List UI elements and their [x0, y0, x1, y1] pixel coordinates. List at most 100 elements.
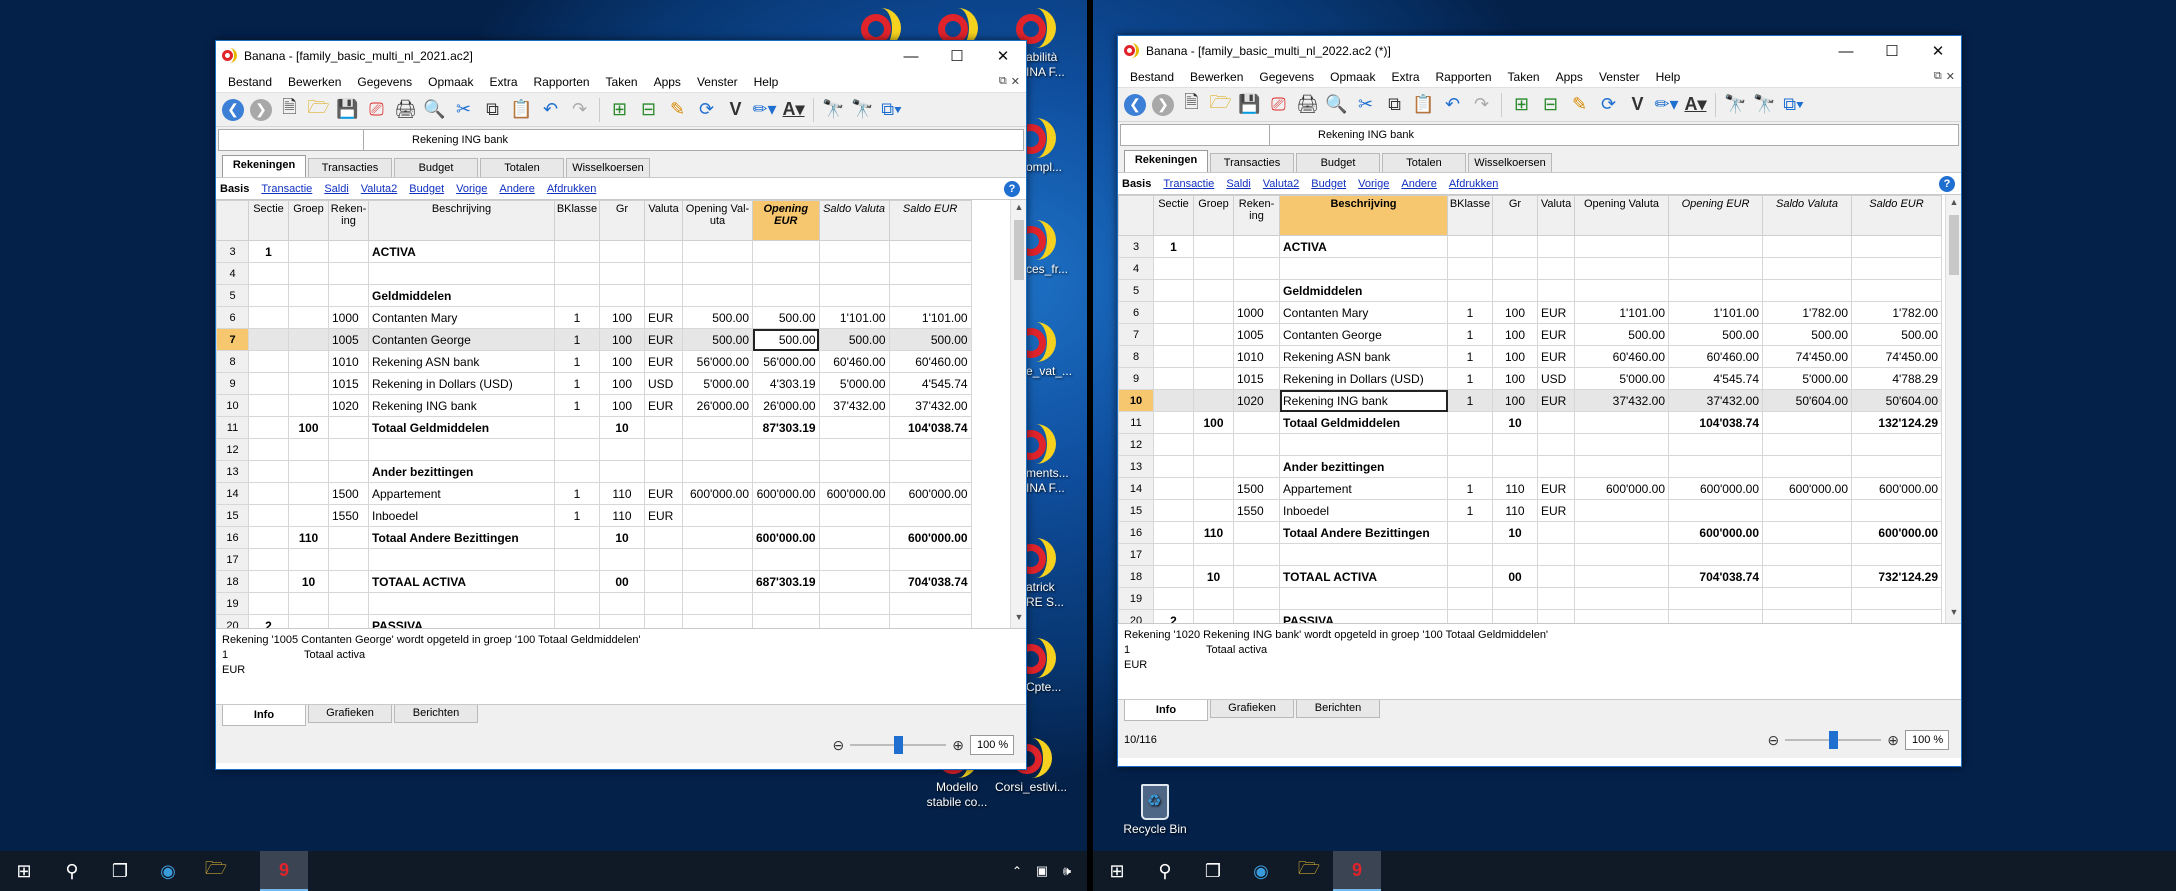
tab-totalen[interactable]: Totalen — [1382, 153, 1466, 172]
zoom-level[interactable]: 100 % — [1905, 730, 1949, 750]
cell-bklasse[interactable]: 1 — [554, 328, 600, 351]
cell-groep[interactable] — [1193, 257, 1234, 280]
window-layout-icon[interactable]: ⧉▾ — [878, 97, 905, 123]
cell-rekening[interactable]: 1020 — [328, 394, 369, 417]
save-icon[interactable]: 💾 — [334, 97, 361, 123]
cell-groep[interactable] — [1193, 235, 1234, 258]
cell-saldo-eur[interactable]: 74'450.00 — [1851, 345, 1942, 368]
view-andere[interactable]: Andere — [1401, 178, 1436, 190]
copy-icon[interactable]: ⧉ — [1381, 92, 1408, 118]
cell-saldo-eur[interactable]: 4'788.29 — [1851, 367, 1942, 390]
cell-opening-valuta[interactable] — [682, 570, 753, 593]
cell-valuta[interactable] — [644, 570, 683, 593]
cell-gr[interactable]: 100 — [1492, 345, 1538, 368]
save-icon[interactable]: 💾 — [1236, 92, 1263, 118]
banana-window-2021[interactable]: Banana - [family_basic_multi_nl_2021.ac2… — [215, 40, 1027, 770]
cell-opening-eur[interactable] — [1668, 609, 1763, 623]
task-view-icon[interactable]: ❐ — [96, 851, 144, 891]
cell-bklasse[interactable] — [554, 416, 600, 439]
cell-valuta[interactable]: EUR — [644, 394, 683, 417]
cell-beschrijving[interactable] — [368, 592, 555, 615]
column-header-opening-valuta[interactable]: Opening Val- uta — [682, 200, 753, 241]
cell-saldo-eur[interactable]: 104'038.74 — [888, 416, 972, 439]
cell-beschrijving[interactable]: Inboedel — [368, 504, 555, 527]
close-button[interactable]: ✕ — [1915, 36, 1961, 66]
new-file-icon[interactable]: 🗎 — [1178, 92, 1205, 118]
cell-saldo-eur[interactable]: 60'460.00 — [888, 350, 972, 373]
cell-saldo-eur[interactable]: 600'000.00 — [888, 526, 972, 549]
cell-opening-valuta[interactable] — [1574, 257, 1669, 280]
cell-bklasse[interactable] — [554, 438, 600, 461]
cell-rekening[interactable] — [1233, 257, 1280, 280]
table-row[interactable]: 8 1010 Rekening ASN bank 1 100 EUR 60'460.00 60… — [1118, 345, 1942, 368]
cell-rekening[interactable] — [1233, 609, 1280, 623]
cell-opening-valuta[interactable]: 600'000.00 — [1574, 477, 1669, 500]
column-header-row-number[interactable] — [216, 200, 249, 241]
cell-beschrijving[interactable]: Contanten George — [1279, 323, 1448, 346]
column-header-row-number[interactable] — [1118, 195, 1154, 236]
edit-icon[interactable]: ✎ — [1566, 92, 1593, 118]
cell-sectie[interactable] — [1153, 565, 1194, 588]
column-header-valuta[interactable]: Valuta — [1537, 195, 1575, 236]
chevron-up-icon[interactable]: ⌃ — [1005, 851, 1029, 891]
cell-valuta[interactable] — [1537, 411, 1575, 434]
cell-bklasse[interactable]: 1 — [554, 504, 600, 527]
back-icon[interactable]: ❮ — [222, 98, 244, 121]
file-explorer-icon[interactable]: 🗁 — [192, 851, 240, 891]
cell-saldo-valuta[interactable] — [818, 416, 890, 439]
column-header-saldo-valuta[interactable]: Saldo Valuta — [818, 200, 890, 241]
cell-rekening[interactable] — [1233, 235, 1280, 258]
menu-extra[interactable]: Extra — [481, 75, 525, 89]
forward-icon[interactable]: ❯ — [250, 98, 272, 121]
tab-wisselkoersen[interactable]: Wisselkoersen — [566, 158, 650, 177]
cell-saldo-valuta[interactable] — [1762, 279, 1852, 302]
cell-opening-eur[interactable]: 1'101.00 — [1668, 301, 1763, 324]
tab-berichten[interactable]: Berichten — [1296, 700, 1380, 718]
tab-budget[interactable]: Budget — [1296, 153, 1380, 172]
cell-beschrijving[interactable]: Geldmiddelen — [368, 284, 555, 307]
cell-saldo-eur[interactable] — [1851, 609, 1942, 623]
cell-beschrijving[interactable]: Contanten George — [368, 328, 555, 351]
cell-bklasse[interactable] — [1447, 279, 1493, 302]
column-header-opening-valuta[interactable]: Opening Valuta — [1574, 195, 1669, 236]
cell-saldo-valuta[interactable] — [1762, 499, 1852, 522]
cell-opening-valuta[interactable]: 26'000.00 — [682, 394, 753, 417]
cell-saldo-valuta[interactable]: 600'000.00 — [818, 482, 890, 505]
cell-opening-valuta[interactable] — [1574, 587, 1669, 610]
cell-opening-valuta[interactable] — [682, 526, 753, 549]
cell-beschrijving[interactable] — [368, 548, 555, 571]
view-saldi[interactable]: Saldi — [1226, 178, 1250, 190]
column-header-bklasse[interactable]: BKlasse — [554, 200, 600, 241]
cell-saldo-valuta[interactable] — [818, 460, 890, 483]
cell-sectie[interactable] — [1153, 257, 1194, 280]
cell-beschrijving[interactable]: PASSIVA — [368, 614, 555, 628]
cell-bklasse[interactable]: 1 — [1447, 477, 1493, 500]
pdf-icon[interactable]: ⎚ — [1265, 92, 1292, 118]
cell-saldo-eur[interactable]: 1'101.00 — [888, 306, 972, 329]
cell-beschrijving[interactable]: Contanten Mary — [368, 306, 555, 329]
cell-beschrijving[interactable]: Totaal Geldmiddelen — [368, 416, 555, 439]
text-color-icon[interactable]: A▾ — [1682, 92, 1709, 118]
tab-transacties[interactable]: Transacties — [308, 158, 392, 177]
cell-gr[interactable] — [599, 240, 645, 263]
table-row[interactable]: 9 1015 Rekening in Dollars (USD) 1 100 USD 5'0… — [216, 372, 972, 395]
cell-groep[interactable] — [288, 240, 329, 263]
cell-valuta[interactable]: USD — [644, 372, 683, 395]
cell-saldo-valuta[interactable]: 60'460.00 — [818, 350, 890, 373]
column-header-saldo-valuta[interactable]: Saldo Valuta — [1762, 195, 1852, 236]
banana-window-2022[interactable]: Banana - [family_basic_multi_nl_2022.ac2… — [1117, 35, 1962, 767]
cell-valuta[interactable] — [1537, 433, 1575, 456]
cell-valuta[interactable]: EUR — [1537, 499, 1575, 522]
cell-rekening[interactable]: 1010 — [1233, 345, 1280, 368]
column-header-bklasse[interactable]: BKlasse — [1447, 195, 1493, 236]
cell-gr[interactable]: 00 — [1492, 565, 1538, 588]
redo-icon[interactable]: ↷ — [1468, 92, 1495, 118]
column-header-beschrijving[interactable]: Beschrijving — [1279, 195, 1448, 236]
cell-beschrijving[interactable]: Appartement — [1279, 477, 1448, 500]
cell-beschrijving[interactable]: Rekening ING bank — [1279, 389, 1448, 412]
find-replace-icon[interactable]: 🔭 — [1751, 92, 1778, 118]
cell-saldo-eur[interactable]: 732'124.29 — [1851, 565, 1942, 588]
cell-opening-eur[interactable] — [1668, 279, 1763, 302]
cell-sectie[interactable] — [1153, 477, 1194, 500]
cell-groep[interactable]: 110 — [1193, 521, 1234, 544]
